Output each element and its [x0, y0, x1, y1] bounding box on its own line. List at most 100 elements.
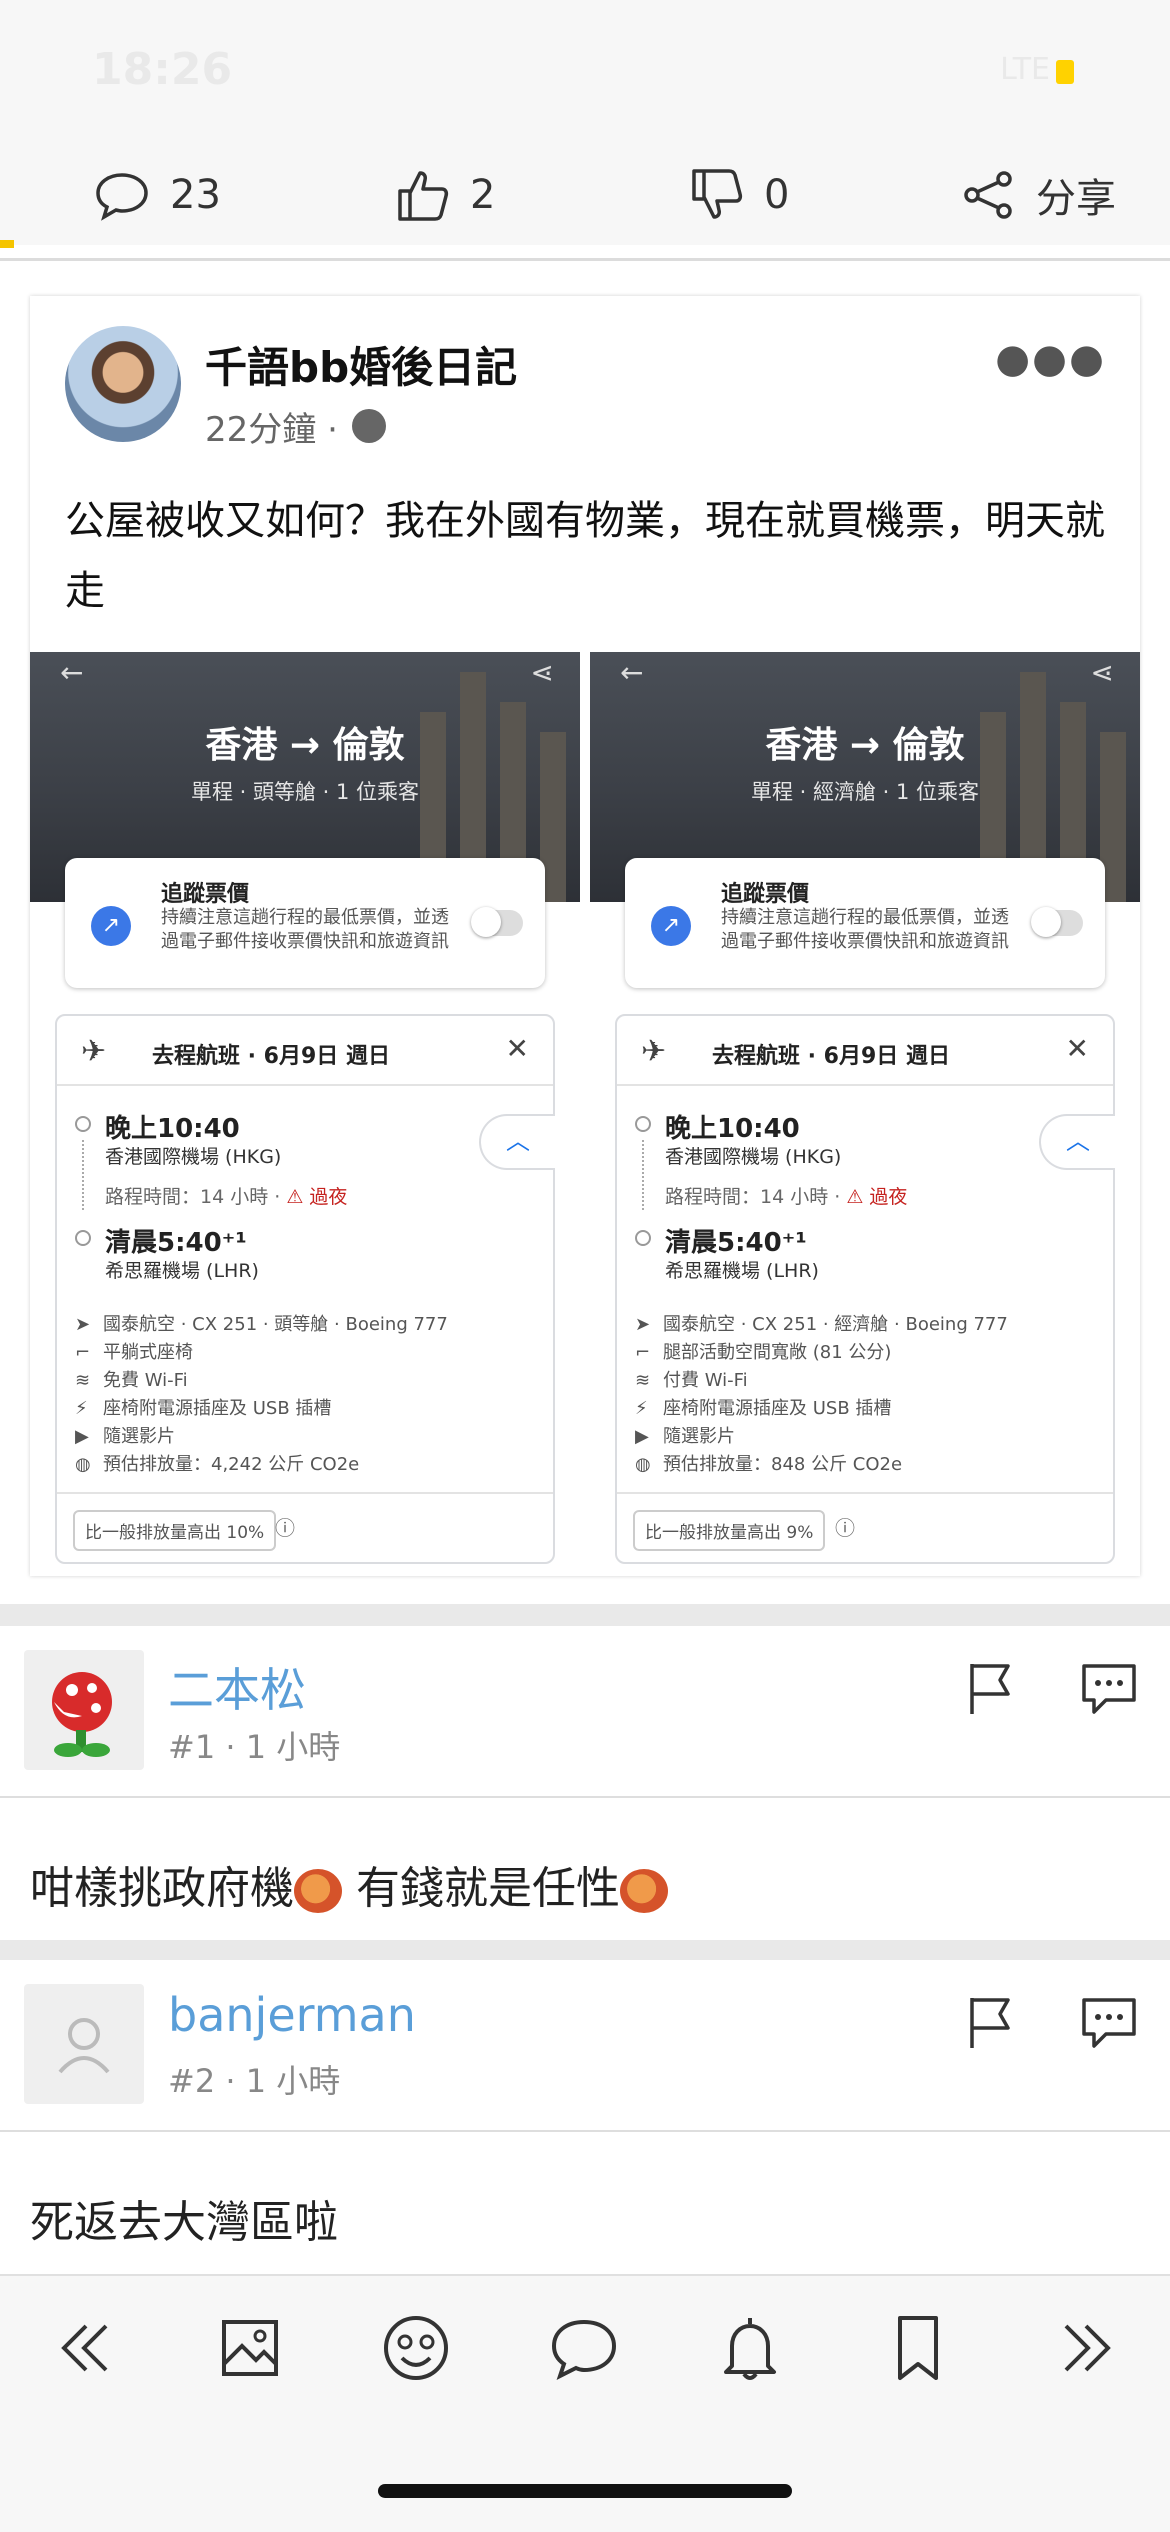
departure-time: 晚上10:40	[105, 1114, 240, 1144]
section-divider	[0, 1940, 1170, 1960]
amenity-emissions: ◍ 預估排放量：848 公斤 CO2e	[635, 1454, 903, 1475]
trend-icon: ↗	[651, 906, 691, 946]
reply-header: banjerman #2 · 1 小時	[0, 1960, 1170, 2130]
info-icon: ⓘ	[275, 1516, 295, 1540]
flag-icon[interactable]	[960, 1658, 1020, 1718]
duration: 路程時間：14 小時 · ⚠ 過夜	[665, 1186, 908, 1208]
flight-details-card: ✈ 去程航班 · 6月9日 週日 ✕ 晚上10:40 香港國際機場 (HKG) …	[55, 1014, 555, 1564]
divider	[0, 258, 1170, 261]
flight-title: 去程航班 · 6月9日 週日	[152, 1044, 390, 1069]
section-divider	[0, 1604, 1170, 1626]
dislike-count: 0	[764, 172, 790, 218]
emoji-icon[interactable]	[376, 2308, 456, 2388]
price-tracking-card: ↗ 追蹤票價 持續注意這趟行程的最低票價，並透過電子郵件接收票價快訊和旅遊資訊	[625, 858, 1105, 988]
amenity-power: ⚡ 座椅附電源插座及 USB 插槽	[75, 1398, 332, 1419]
reply-username[interactable]: banjerman	[168, 1988, 416, 2042]
chevron-up-icon: ︿	[1039, 1114, 1115, 1170]
share-icon: ⋖	[1090, 656, 1114, 689]
share-label: 分享	[1036, 176, 1116, 222]
departure-time: 晚上10:40	[665, 1114, 800, 1144]
comment-icon	[96, 173, 148, 221]
track-description: 持續注意這趟行程的最低票價，並透過電子郵件接收票價快訊和旅遊資訊	[161, 907, 449, 952]
route-title: 香港 → 倫敦	[205, 725, 405, 766]
more-icon: ●●●	[995, 336, 1106, 382]
amenity-seat: ⌐ 平躺式座椅	[75, 1342, 193, 1363]
avatar[interactable]	[24, 1984, 144, 2104]
route-title: 香港 → 倫敦	[765, 725, 965, 766]
arrival-airport: 希思羅機場 (LHR)	[665, 1260, 819, 1282]
arrival-time: 清晨5:40⁺¹	[105, 1228, 247, 1258]
departure-airport: 香港國際機場 (HKG)	[105, 1146, 282, 1168]
embedded-post-image[interactable]: 千語bb婚後日記 22分鐘 · ●●● 公屋被收又如何？我在外國有物業，現在就買…	[30, 296, 1140, 1576]
bell-icon[interactable]	[710, 2308, 790, 2388]
flag-icon[interactable]	[960, 1992, 1020, 2052]
first-page-icon[interactable]	[46, 2308, 126, 2388]
back-arrow-icon: ←	[620, 656, 644, 689]
amenity-power: ⚡ 座椅附電源插座及 USB 插槽	[635, 1398, 892, 1419]
post-action-bar: 23 2 0 分享	[0, 145, 1170, 245]
arrival-airport: 希思羅機場 (LHR)	[105, 1260, 259, 1282]
track-title: 追蹤票價	[161, 882, 250, 907]
reply-icon[interactable]	[1078, 1992, 1140, 2054]
post-time: 22分鐘 ·	[205, 410, 338, 450]
author-name: 千語bb婚後日記	[205, 343, 518, 392]
reply-meta: #1 · 1 小時	[168, 1728, 341, 1766]
flight-screenshot: ← ⋖ 香港 → 倫敦 單程 · 經濟艙 · 1 位乘客 ↗ 追蹤票價 持續注意…	[590, 652, 1140, 1572]
reply-body: 咁樣挑政府機 有錢就是任性	[30, 1852, 668, 1916]
dislike-button[interactable]: 0	[686, 155, 789, 235]
like-count: 2	[470, 172, 496, 218]
departure-airport: 香港國際機場 (HKG)	[665, 1146, 842, 1168]
track-toggle	[471, 907, 523, 937]
comment-count: 23	[170, 172, 221, 218]
flight-details-card: ✈ 去程航班 · 6月9日 週日 ✕ 晚上10:40 香港國際機場 (HKG) …	[615, 1014, 1115, 1564]
bookmark-icon[interactable]	[878, 2308, 958, 2388]
divider	[0, 2130, 1170, 2132]
thumbs-up-icon	[398, 171, 449, 221]
flight-screenshot: ← ⋖ 香港 → 倫敦 單程 · 頭等艙 · 1 位乘客 ↗ 追蹤票價 持續注意…	[30, 652, 580, 1572]
info-icon: ⓘ	[835, 1516, 855, 1540]
route-subtitle: 單程 · 經濟艙 · 1 位乘客	[750, 780, 980, 804]
duration: 路程時間：14 小時 · ⚠ 過夜	[105, 1186, 348, 1208]
post-text: 公屋被收又如何？我在外國有物業，現在就買機票，明天就走	[65, 498, 1105, 614]
reply-meta: #2 · 1 小時	[168, 2062, 341, 2100]
last-page-icon[interactable]	[1046, 2308, 1126, 2388]
chevron-up-icon: ︿	[479, 1114, 555, 1170]
thumbs-down-icon	[692, 169, 743, 219]
emission-note: 比一般排放量高出 9%	[633, 1510, 826, 1551]
price-tracking-card: ↗ 追蹤票價 持續注意這趟行程的最低票價，並透過電子郵件接收票價快訊和旅遊資訊	[65, 858, 545, 988]
avatar[interactable]	[24, 1650, 144, 1770]
reply-header: 二本松 #1 · 1 小時	[0, 1626, 1170, 1796]
image-icon[interactable]	[210, 2308, 290, 2388]
angry-emoji-icon	[294, 1869, 342, 1913]
network-label: LTE	[1000, 52, 1050, 87]
amenity-airline: ➤ 國泰航空 · CX 251 · 經濟艙 · Boeing 777	[635, 1314, 1008, 1335]
amenity-wifi: ≋ 免費 Wi-Fi	[75, 1370, 188, 1391]
route-subtitle: 單程 · 頭等艙 · 1 位乘客	[190, 780, 420, 804]
divider	[0, 1796, 1170, 1798]
back-arrow-icon: ←	[60, 656, 84, 689]
share-icon: ⋖	[530, 656, 554, 689]
track-title: 追蹤票價	[721, 882, 810, 907]
reply-icon[interactable]	[1078, 1658, 1140, 1720]
amenity-airline: ➤ 國泰航空 · CX 251 · 頭等艙 · Boeing 777	[75, 1314, 448, 1335]
track-description: 持續注意這趟行程的最低票價，並透過電子郵件接收票價快訊和旅遊資訊	[721, 907, 1009, 952]
accent-line	[0, 240, 14, 248]
reply-username[interactable]: 二本松	[168, 1654, 306, 1720]
amenity-legroom: ⌐ 腿部活動空間寬敞 (81 公分)	[635, 1342, 892, 1363]
home-indicator[interactable]	[378, 2484, 792, 2498]
emission-note: 比一般排放量高出 10%	[73, 1510, 277, 1551]
comment-count-button[interactable]: 23	[92, 155, 221, 235]
reply-body: 死返去大灣區啦	[30, 2197, 338, 2248]
trend-icon: ↗	[91, 906, 131, 946]
close-icon: ✕	[1065, 1032, 1089, 1065]
globe-icon	[352, 409, 386, 443]
like-button[interactable]: 2	[392, 155, 495, 235]
plane-icon: ✈	[81, 1034, 107, 1069]
plane-icon: ✈	[641, 1034, 667, 1069]
comment-icon[interactable]	[544, 2308, 624, 2388]
status-bar: 18:26 LTE	[0, 0, 1170, 145]
arrival-time: 清晨5:40⁺¹	[665, 1228, 807, 1258]
amenity-video: ▶ 隨選影片	[635, 1426, 735, 1447]
share-button[interactable]: 分享	[958, 155, 1116, 235]
author-avatar	[65, 326, 181, 442]
